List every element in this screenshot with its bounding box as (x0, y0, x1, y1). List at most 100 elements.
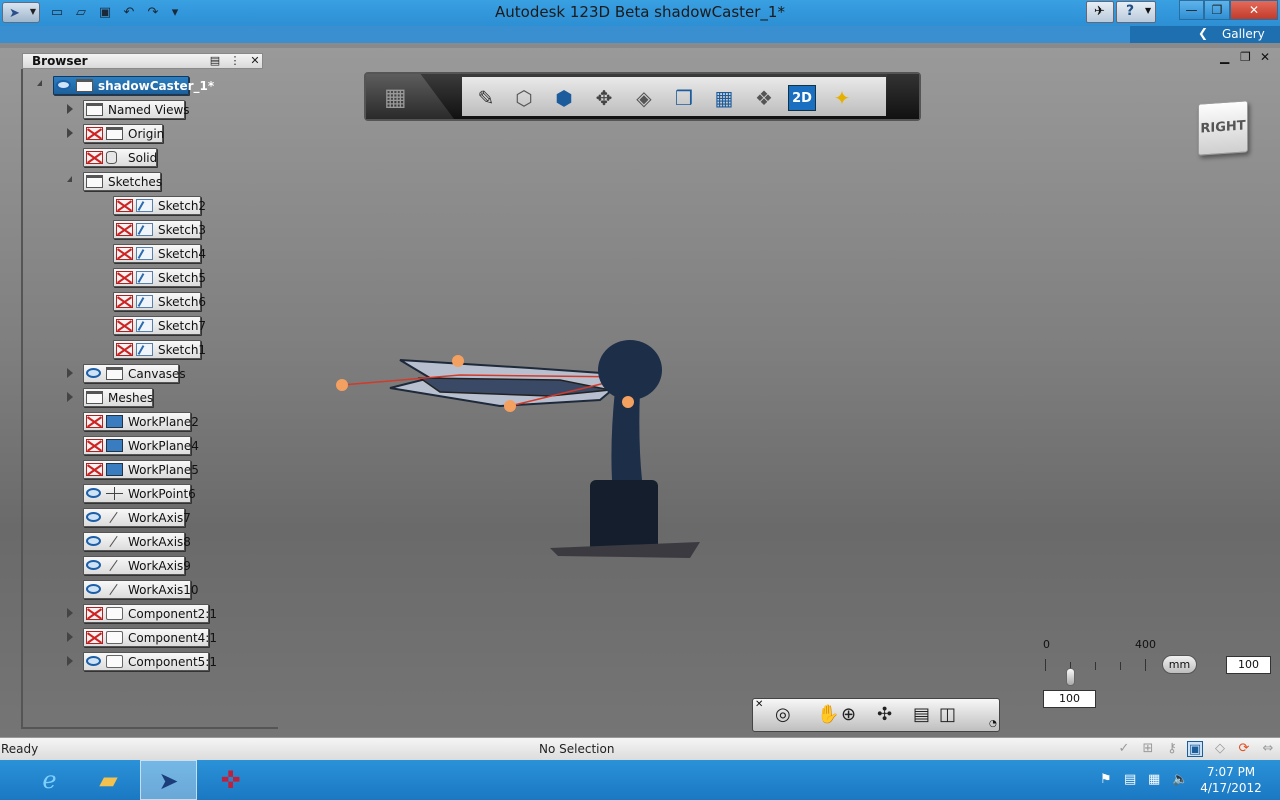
hidden-visibility-icon[interactable] (116, 199, 133, 212)
tree-node-workaxis8[interactable]: WorkAxis8 (83, 532, 191, 551)
viewport-close-icon[interactable]: ✕ (1260, 50, 1270, 64)
tree-node-workaxis9[interactable]: WorkAxis9 (83, 556, 191, 575)
tree-node-sketch3[interactable]: Sketch3 (113, 220, 206, 239)
check-icon[interactable]: ✓ (1116, 741, 1132, 757)
signin-button[interactable]: ✈ (1086, 1, 1114, 23)
tree-node-workplane5[interactable]: WorkPlane5 (83, 460, 199, 479)
make-2d-icon[interactable]: 2D (788, 85, 816, 111)
workpoint-handle[interactable] (336, 379, 348, 391)
hidden-visibility-icon[interactable] (116, 295, 133, 308)
hidden-visibility-icon[interactable] (86, 439, 103, 452)
navbar-close-icon[interactable]: ✕ (755, 699, 763, 710)
hidden-visibility-icon[interactable] (116, 343, 133, 356)
eye-icon[interactable] (86, 536, 101, 546)
internet-explorer-icon[interactable]: ℯ (21, 760, 78, 800)
tree-node-workaxis7[interactable]: WorkAxis7 (83, 508, 191, 527)
tree-expander-icon[interactable] (67, 128, 73, 138)
gallery-label[interactable]: Gallery (1222, 27, 1265, 41)
workpoint-handle[interactable] (622, 396, 634, 408)
hidden-visibility-icon[interactable] (86, 415, 103, 428)
hidden-visibility-icon[interactable] (116, 223, 133, 236)
chevron-left-icon[interactable]: ❮ (1198, 26, 1208, 40)
eye-icon[interactable] (86, 488, 101, 498)
volume-icon[interactable]: 🔈 (1172, 772, 1188, 787)
unit-toggle-button[interactable]: mm (1162, 655, 1197, 674)
model-view[interactable] (300, 330, 720, 570)
system-clock[interactable]: 7:07 PM 4/17/2012 (1196, 764, 1266, 796)
autodesk-123d-taskbar-icon[interactable]: ➤ (140, 760, 197, 800)
pattern-icon[interactable]: ◈ (630, 85, 658, 111)
look-at-icon[interactable]: ▤ (913, 704, 930, 725)
orbit-mode-icon[interactable]: ⟳ (1236, 741, 1252, 757)
tree-node-named-views[interactable]: Named Views (83, 100, 190, 119)
combine-icon[interactable]: ❒ (670, 85, 698, 111)
tree-node-sketch1[interactable]: Sketch1 (113, 340, 206, 359)
viewport-minimize-icon[interactable]: ▁ (1220, 50, 1229, 64)
eraser-icon[interactable]: ◇ (1212, 741, 1228, 757)
viewcube[interactable]: RIGHT (1198, 100, 1248, 156)
eye-icon[interactable] (86, 368, 101, 378)
maximize-button[interactable]: ❐ (1204, 0, 1230, 20)
app-taskbar-icon[interactable]: ✜ (202, 760, 259, 800)
tree-node-component5-1[interactable]: Component5:1 (83, 652, 217, 671)
tree-node-workaxis10[interactable]: WorkAxis10 (83, 580, 199, 599)
lock-icon[interactable]: ⚷ (1164, 741, 1180, 757)
hidden-visibility-icon[interactable] (86, 607, 103, 620)
materials-icon[interactable]: ✦ (828, 85, 856, 111)
sketch-pencil-icon[interactable]: ✎ (472, 85, 500, 111)
eye-icon[interactable] (56, 80, 71, 90)
construct-icon[interactable]: ⬡ (510, 85, 538, 111)
hidden-visibility-icon[interactable] (86, 463, 103, 476)
file-explorer-icon[interactable]: ▰ (80, 760, 137, 800)
device-icon[interactable]: ▤ (1124, 772, 1136, 787)
hidden-visibility-icon[interactable] (116, 247, 133, 260)
tree-node-meshes[interactable]: Meshes (83, 388, 153, 407)
eye-icon[interactable] (86, 560, 101, 570)
tree-node-sketch2[interactable]: Sketch2 (113, 196, 206, 215)
tree-node-workplane2[interactable]: WorkPlane2 (83, 412, 199, 431)
view-mode-icon[interactable]: ◫ (939, 704, 956, 725)
help-button[interactable]: ? ▼ (1116, 1, 1156, 23)
layout-icon[interactable]: ▣ (1187, 741, 1203, 757)
arrows-icon[interactable]: ⇔ (1260, 741, 1276, 757)
tree-node-workpoint6[interactable]: WorkPoint6 (83, 484, 196, 503)
hidden-visibility-icon[interactable] (86, 631, 103, 644)
steering-wheel-icon[interactable]: ◎ (775, 704, 791, 725)
navbar-options-icon[interactable]: ◔ (989, 719, 997, 729)
hidden-visibility-icon[interactable] (86, 127, 103, 140)
tree-expander-icon[interactable] (67, 104, 73, 114)
tree-node-sketch4[interactable]: Sketch4 (113, 244, 206, 263)
modify-icon[interactable]: ⬢ (550, 85, 578, 111)
tree-node-sketch7[interactable]: Sketch7 (113, 316, 206, 335)
tree-node-component4-1[interactable]: Component4:1 (83, 628, 217, 647)
browser-pin-icon[interactable]: ⋮ (229, 54, 241, 68)
viewport-restore-icon[interactable]: ❐ (1240, 50, 1251, 64)
tree-node-sketch5[interactable]: Sketch5 (113, 268, 206, 287)
minimize-button[interactable]: — (1179, 0, 1204, 20)
pan-hand-icon[interactable]: ✋ (817, 704, 839, 725)
tree-node-solid[interactable]: Solid (83, 148, 157, 167)
hidden-visibility-icon[interactable] (116, 271, 133, 284)
transform-icon[interactable]: ✥ (590, 85, 618, 111)
tree-expander-icon[interactable] (67, 368, 73, 378)
tree-expander-icon[interactable] (37, 80, 42, 86)
grid-icon[interactable]: ⊞ (1140, 741, 1156, 757)
primitives-icon[interactable]: ▦ (384, 83, 407, 111)
workpoint-handle[interactable] (452, 355, 464, 367)
scale-value-right[interactable]: 100 (1226, 656, 1271, 674)
scale-slider-handle[interactable] (1066, 668, 1075, 686)
flag-icon[interactable]: ⚑ (1100, 772, 1112, 787)
workpoint-handle[interactable] (504, 400, 516, 412)
hidden-visibility-icon[interactable] (86, 151, 103, 164)
hidden-visibility-icon[interactable] (116, 319, 133, 332)
tree-node-shadowcaster-1-[interactable]: shadowCaster_1* (53, 76, 214, 95)
browser-close-icon[interactable]: ✕ (249, 54, 261, 68)
tree-node-origin[interactable]: Origin (83, 124, 164, 143)
scale-value-bottom[interactable]: 100 (1043, 690, 1096, 708)
close-button[interactable]: ✕ (1230, 0, 1278, 20)
tree-node-canvases[interactable]: Canvases (83, 364, 186, 383)
tree-expander-icon[interactable] (67, 392, 73, 402)
tree-node-workplane4[interactable]: WorkPlane4 (83, 436, 199, 455)
measure-icon[interactable]: ❖ (750, 85, 778, 111)
tree-expander-icon[interactable] (67, 632, 73, 642)
